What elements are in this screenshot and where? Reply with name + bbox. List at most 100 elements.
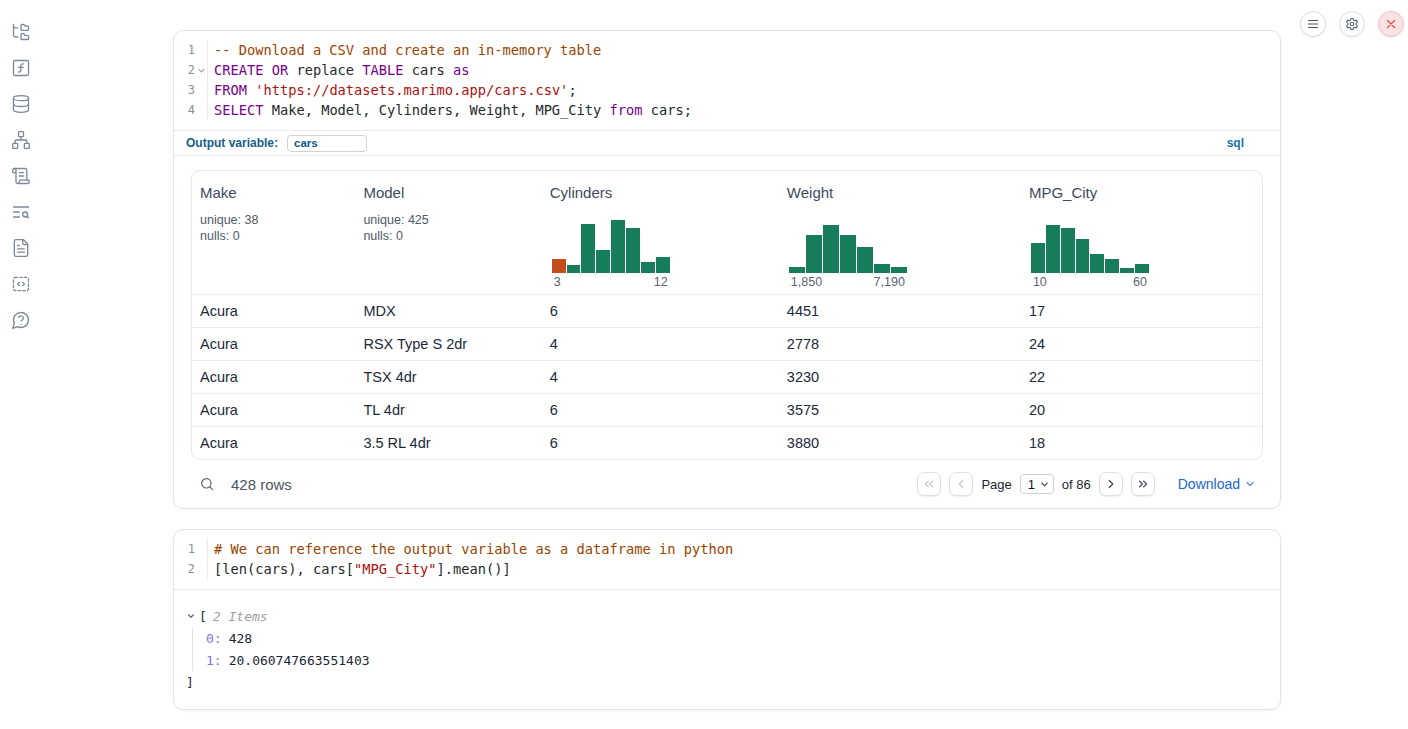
line-number: 2 bbox=[174, 60, 195, 80]
code-line: 2 CREATE OR replace TABLE cars as bbox=[174, 60, 1280, 80]
table-header: Makeunique: 38nulls: 0Modelunique: 425nu… bbox=[192, 171, 1262, 294]
column-header-weight[interactable]: Weight 1,8507,190 bbox=[779, 171, 1021, 294]
menu-icon bbox=[1306, 17, 1320, 31]
page-total-label: of 86 bbox=[1062, 477, 1091, 492]
page-label: Page bbox=[981, 477, 1011, 492]
column-header-mpg_city[interactable]: MPG_City1060 bbox=[1021, 171, 1262, 294]
prev-page-button[interactable] bbox=[949, 472, 973, 496]
histogram-bar bbox=[891, 267, 907, 273]
line-number: 2 bbox=[174, 559, 195, 579]
table-cell: Acura bbox=[192, 435, 355, 451]
column-title: Weight bbox=[787, 184, 1013, 201]
python-code-editor[interactable]: 1# We can reference the output variable … bbox=[174, 530, 1280, 590]
search-button[interactable] bbox=[199, 476, 215, 492]
column-title: Cylinders bbox=[550, 184, 771, 201]
histogram-bar bbox=[840, 235, 856, 273]
file-text-icon bbox=[11, 238, 31, 258]
histogram-range-labels: 1060 bbox=[1031, 275, 1149, 289]
sidebar-variables-button[interactable] bbox=[11, 58, 31, 78]
histogram-range-labels: 1,8507,190 bbox=[789, 275, 907, 289]
table-cell: 18 bbox=[1021, 435, 1262, 451]
code-line: 4SELECT Make, Model, Cylinders, Weight, … bbox=[174, 100, 1280, 120]
code-line: 3FROM 'https://datasets.marimo.app/cars.… bbox=[174, 80, 1280, 100]
table-cell: Acura bbox=[192, 336, 355, 352]
tree-entry: 0:428 bbox=[206, 627, 1264, 649]
table-cell: Acura bbox=[192, 303, 355, 319]
column-header-cylinders[interactable]: Cylinders 312 bbox=[542, 171, 779, 294]
download-button[interactable]: Download bbox=[1178, 476, 1256, 492]
table-cell: 6 bbox=[542, 435, 779, 451]
settings-button[interactable] bbox=[1339, 11, 1365, 37]
collapse-toggle-icon[interactable] bbox=[186, 611, 196, 621]
table-cell: 2778 bbox=[779, 336, 1021, 352]
histogram-bar bbox=[581, 224, 595, 273]
sidebar-data-sources-button[interactable] bbox=[11, 94, 31, 114]
code-text: [len(cars), cars["MPG_City"].mean()] bbox=[207, 559, 511, 579]
code-text: CREATE OR replace TABLE cars as bbox=[207, 60, 469, 80]
histogram-bar bbox=[641, 262, 655, 273]
histogram-bar bbox=[806, 235, 822, 273]
column-stats: unique: 38nulls: 0 bbox=[200, 212, 347, 244]
database-icon bbox=[11, 94, 31, 114]
table-cell: 4 bbox=[542, 369, 779, 385]
table-row[interactable]: Acura3.5 RL 4dr6388018 bbox=[192, 426, 1262, 459]
output-variable-label: Output variable: bbox=[186, 136, 278, 150]
notebook-menu-button[interactable] bbox=[1300, 11, 1326, 37]
histogram-bar bbox=[596, 250, 610, 273]
table-cell: 22 bbox=[1021, 369, 1262, 385]
histogram-bar bbox=[1061, 228, 1075, 273]
window-controls bbox=[1300, 11, 1404, 37]
output-variable-input[interactable] bbox=[287, 135, 367, 152]
histogram-bar bbox=[823, 225, 839, 273]
code-text: FROM 'https://datasets.marimo.app/cars.c… bbox=[207, 80, 577, 100]
sidebar-file-explorer-button[interactable] bbox=[11, 22, 31, 42]
table-cell: Acura bbox=[192, 402, 355, 418]
page-select[interactable]: 1 bbox=[1020, 474, 1054, 494]
table-cell: 6 bbox=[542, 402, 779, 418]
histogram-bar bbox=[874, 264, 890, 273]
table-cell: TSX 4dr bbox=[355, 369, 541, 385]
sidebar-snippets-button[interactable] bbox=[11, 274, 31, 294]
column-histogram[interactable] bbox=[789, 220, 907, 273]
sql-cell: 1-- Download a CSV and create an in-memo… bbox=[173, 30, 1281, 509]
table-footer: 428 rows Page 1 of 86 Download bbox=[174, 460, 1280, 508]
row-count: 428 rows bbox=[231, 476, 292, 493]
histogram-bar bbox=[611, 220, 625, 273]
first-page-button[interactable] bbox=[917, 472, 941, 496]
last-page-button[interactable] bbox=[1131, 472, 1155, 496]
tree-close-bracket: ] bbox=[186, 671, 1264, 693]
fold-chevron-icon[interactable] bbox=[195, 60, 207, 80]
histogram-bar bbox=[656, 257, 670, 273]
language-badge: sql bbox=[1227, 136, 1244, 150]
column-header-make[interactable]: Makeunique: 38nulls: 0 bbox=[192, 171, 355, 294]
sidebar-documentation-button[interactable] bbox=[11, 238, 31, 258]
table-row[interactable]: AcuraTL 4dr6357520 bbox=[192, 393, 1262, 426]
histogram-bar bbox=[1076, 239, 1090, 273]
histogram-bar bbox=[1090, 254, 1104, 273]
next-page-button[interactable] bbox=[1099, 472, 1123, 496]
table-row[interactable]: AcuraTSX 4dr4323022 bbox=[192, 360, 1262, 393]
histogram-bar bbox=[1046, 225, 1060, 273]
column-histogram[interactable] bbox=[1031, 220, 1149, 273]
sidebar-help-button[interactable] bbox=[11, 310, 31, 330]
column-header-model[interactable]: Modelunique: 425nulls: 0 bbox=[355, 171, 541, 294]
sidebar-scratchpad-button[interactable] bbox=[11, 166, 31, 186]
sidebar-logs-button[interactable] bbox=[11, 202, 31, 222]
sql-code-editor[interactable]: 1-- Download a CSV and create an in-memo… bbox=[174, 31, 1280, 130]
notebook-area: 1-- Download a CSV and create an in-memo… bbox=[173, 30, 1281, 710]
shutdown-button[interactable] bbox=[1378, 11, 1404, 37]
chevron-down-icon bbox=[1039, 479, 1050, 490]
column-histogram[interactable] bbox=[552, 220, 670, 273]
histogram-bar bbox=[567, 265, 581, 273]
table-cell: RSX Type S 2dr bbox=[355, 336, 541, 352]
histogram-bar bbox=[1031, 243, 1045, 273]
download-label: Download bbox=[1178, 476, 1240, 492]
table-row[interactable]: AcuraRSX Type S 2dr4277824 bbox=[192, 327, 1262, 360]
histogram-range-labels: 312 bbox=[552, 275, 670, 289]
table-cell: 4451 bbox=[779, 303, 1021, 319]
line-number: 4 bbox=[174, 100, 195, 120]
table-row[interactable]: AcuraMDX6445117 bbox=[192, 294, 1262, 327]
sidebar-dependencies-button[interactable] bbox=[11, 130, 31, 150]
table-cell: 3230 bbox=[779, 369, 1021, 385]
python-cell: 1# We can reference the output variable … bbox=[173, 529, 1281, 710]
